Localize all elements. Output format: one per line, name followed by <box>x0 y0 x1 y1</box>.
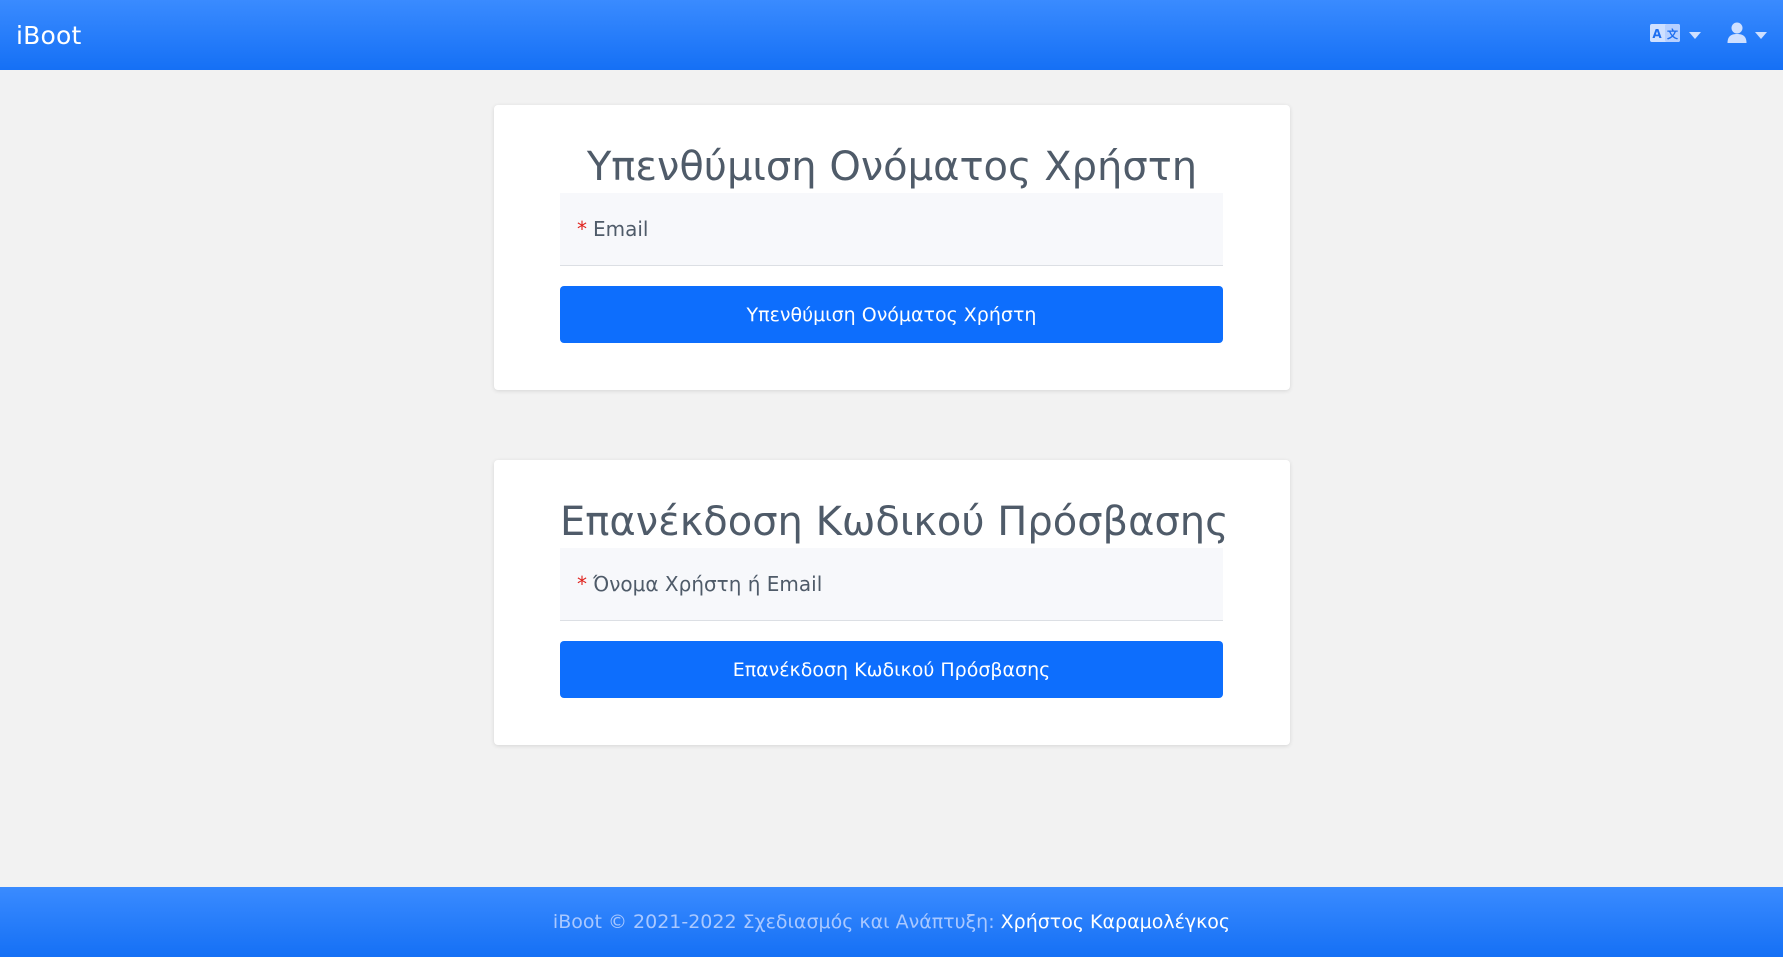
email-field-label: Email <box>593 217 649 241</box>
footer-copyright: iBoot © 2021-2022 Σχεδιασμός και Ανάπτυξ… <box>552 911 995 933</box>
email-field[interactable]: * Email <box>560 193 1223 266</box>
password-reset-card: Επανέκδοση Κωδικού Πρόσβασης * Όνομα Χρή… <box>494 460 1290 745</box>
username-or-email-label: Όνομα Χρήστη ή Email <box>593 572 823 596</box>
language-icon: A 文 <box>1649 23 1681 47</box>
username-or-email-field[interactable]: * Όνομα Χρήστη ή Email <box>560 548 1223 621</box>
chevron-down-icon <box>1755 31 1767 39</box>
footer-author-link[interactable]: Χρήστος Καραμολέγκος <box>1001 911 1230 933</box>
user-dropdown[interactable] <box>1727 22 1767 48</box>
username-reminder-title: Υπενθύμιση Ονόματος Χρήστη <box>586 144 1198 190</box>
navbar-actions: A 文 <box>1649 22 1767 48</box>
footer: iBoot © 2021-2022 Σχεδιασμός και Ανάπτυξ… <box>0 887 1783 957</box>
language-dropdown[interactable]: A 文 <box>1649 23 1701 47</box>
password-reset-title: Επανέκδοση Κωδικού Πρόσβασης <box>560 499 1229 545</box>
required-marker: * <box>577 572 587 596</box>
main-content: Υπενθύμιση Ονόματος Χρήστη * Email Υπενθ… <box>0 70 1783 887</box>
top-navbar: iBoot A 文 <box>0 0 1783 70</box>
password-reset-button[interactable]: Επανέκδοση Κωδικού Πρόσβασης <box>560 641 1223 698</box>
username-reminder-button[interactable]: Υπενθύμιση Ονόματος Χρήστη <box>560 286 1223 343</box>
required-marker: * <box>577 217 587 241</box>
chevron-down-icon <box>1689 31 1701 39</box>
user-icon <box>1727 22 1747 48</box>
svg-text:文: 文 <box>1667 27 1679 41</box>
svg-text:A: A <box>1652 27 1662 41</box>
username-reminder-card: Υπενθύμιση Ονόματος Χρήστη * Email Υπενθ… <box>494 105 1290 390</box>
brand-logo[interactable]: iBoot <box>16 21 82 50</box>
